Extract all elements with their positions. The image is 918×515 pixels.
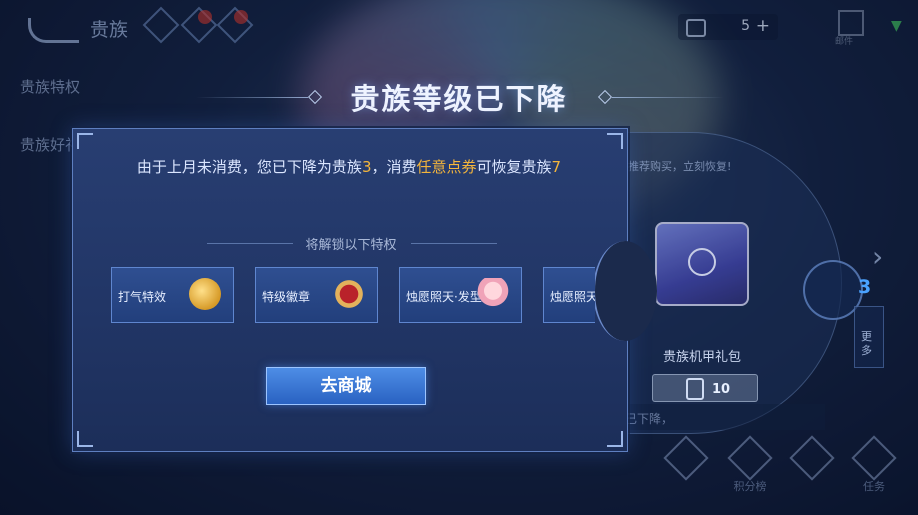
top-bar: 贵族 5 + 邮件 ▼ (0, 0, 918, 58)
side-item-gifts[interactable]: 贵族好礼 (20, 134, 80, 155)
unlock-title: 将解锁以下特权 (305, 238, 397, 253)
nav-icon (727, 435, 773, 481)
privilege-card-clip: 烛愿照天 (543, 267, 595, 323)
back-button[interactable] (28, 18, 79, 43)
privilege-label: 烛愿照天 (550, 290, 595, 304)
more-label: 更多 (861, 330, 872, 357)
new-badge (234, 10, 248, 24)
privilege-label: 烛愿照天·发型 (406, 290, 482, 304)
badge-icon (333, 278, 365, 310)
bottom-nav-item[interactable]: 任务 (851, 435, 897, 494)
nav-icon (851, 435, 897, 481)
message-text: 由于上月未消费，您已下降为贵族 (136, 158, 362, 176)
next-arrow-icon[interactable]: › (872, 240, 883, 273)
page-title: 贵族 (90, 19, 129, 41)
price-button[interactable] (652, 374, 758, 402)
banner-title: 贵族等级已下降 (350, 82, 568, 116)
nav-icon (663, 435, 709, 481)
currency-value: 5 (741, 18, 750, 34)
bottom-nav-label: 积分榜 (733, 480, 767, 493)
new-badge (198, 10, 212, 24)
fist-icon (189, 278, 221, 310)
bottom-nav-item[interactable] (789, 435, 835, 481)
hairstyle-icon (477, 278, 509, 310)
nav-icon (789, 435, 835, 481)
corner-ornament (77, 431, 93, 447)
message-text: ，消费 (371, 158, 417, 176)
restore-level: 7 (551, 158, 562, 176)
dialog-notch (593, 241, 657, 341)
gift-label: 贵族机甲礼包 (663, 350, 742, 365)
divider-right (411, 243, 497, 244)
go-to-shop-button[interactable]: 去商城 (266, 367, 426, 405)
coupon-highlight: 任意点券 (416, 158, 477, 176)
currency-display: 5 + (678, 14, 778, 40)
downgrade-dialog: 由于上月未消费，您已下降为贵族3，消费任意点券可恢复贵族7 将解锁以下特权 打气… (72, 128, 657, 452)
corner-ornament (77, 133, 93, 149)
coupon-icon (686, 378, 704, 400)
privilege-card[interactable]: 特级徽章 (255, 267, 378, 323)
privilege-card[interactable]: 烛愿照天·发型 (399, 267, 522, 323)
message-text: 可恢复贵族 (476, 158, 552, 176)
banner-line-right (612, 97, 724, 98)
privilege-label: 特级徽章 (262, 290, 311, 304)
privilege-card[interactable]: 打气特效 (111, 267, 234, 323)
mail-icon[interactable] (838, 10, 864, 36)
coin-icon (686, 19, 706, 37)
restore-bar: 已下降， (615, 404, 825, 430)
chest-emblem-icon (688, 248, 716, 276)
add-currency-button[interactable]: + (756, 16, 770, 36)
help-icon[interactable] (142, 6, 180, 44)
corner-ornament (607, 133, 623, 149)
downgrade-message: 由于上月未消费，您已下降为贵族3，消费任意点券可恢复贵族7 (119, 155, 579, 179)
level-text: 3 (858, 276, 872, 298)
privilege-card[interactable]: 烛愿照天 (543, 267, 595, 323)
bottom-nav-label: 任务 (863, 480, 885, 493)
corner-ornament (607, 431, 623, 447)
privilege-label: 打气特效 (118, 290, 167, 304)
price-value: 10 (712, 382, 731, 397)
wifi-icon: ▼ (891, 18, 902, 34)
recommend-text: 推荐购买，立刻恢复! (628, 160, 732, 173)
bottom-nav-item[interactable]: 积分榜 (727, 435, 773, 494)
bottom-nav-item[interactable] (663, 435, 709, 481)
mail-label: 邮件 (835, 37, 854, 47)
gift-chest-image (655, 222, 749, 306)
